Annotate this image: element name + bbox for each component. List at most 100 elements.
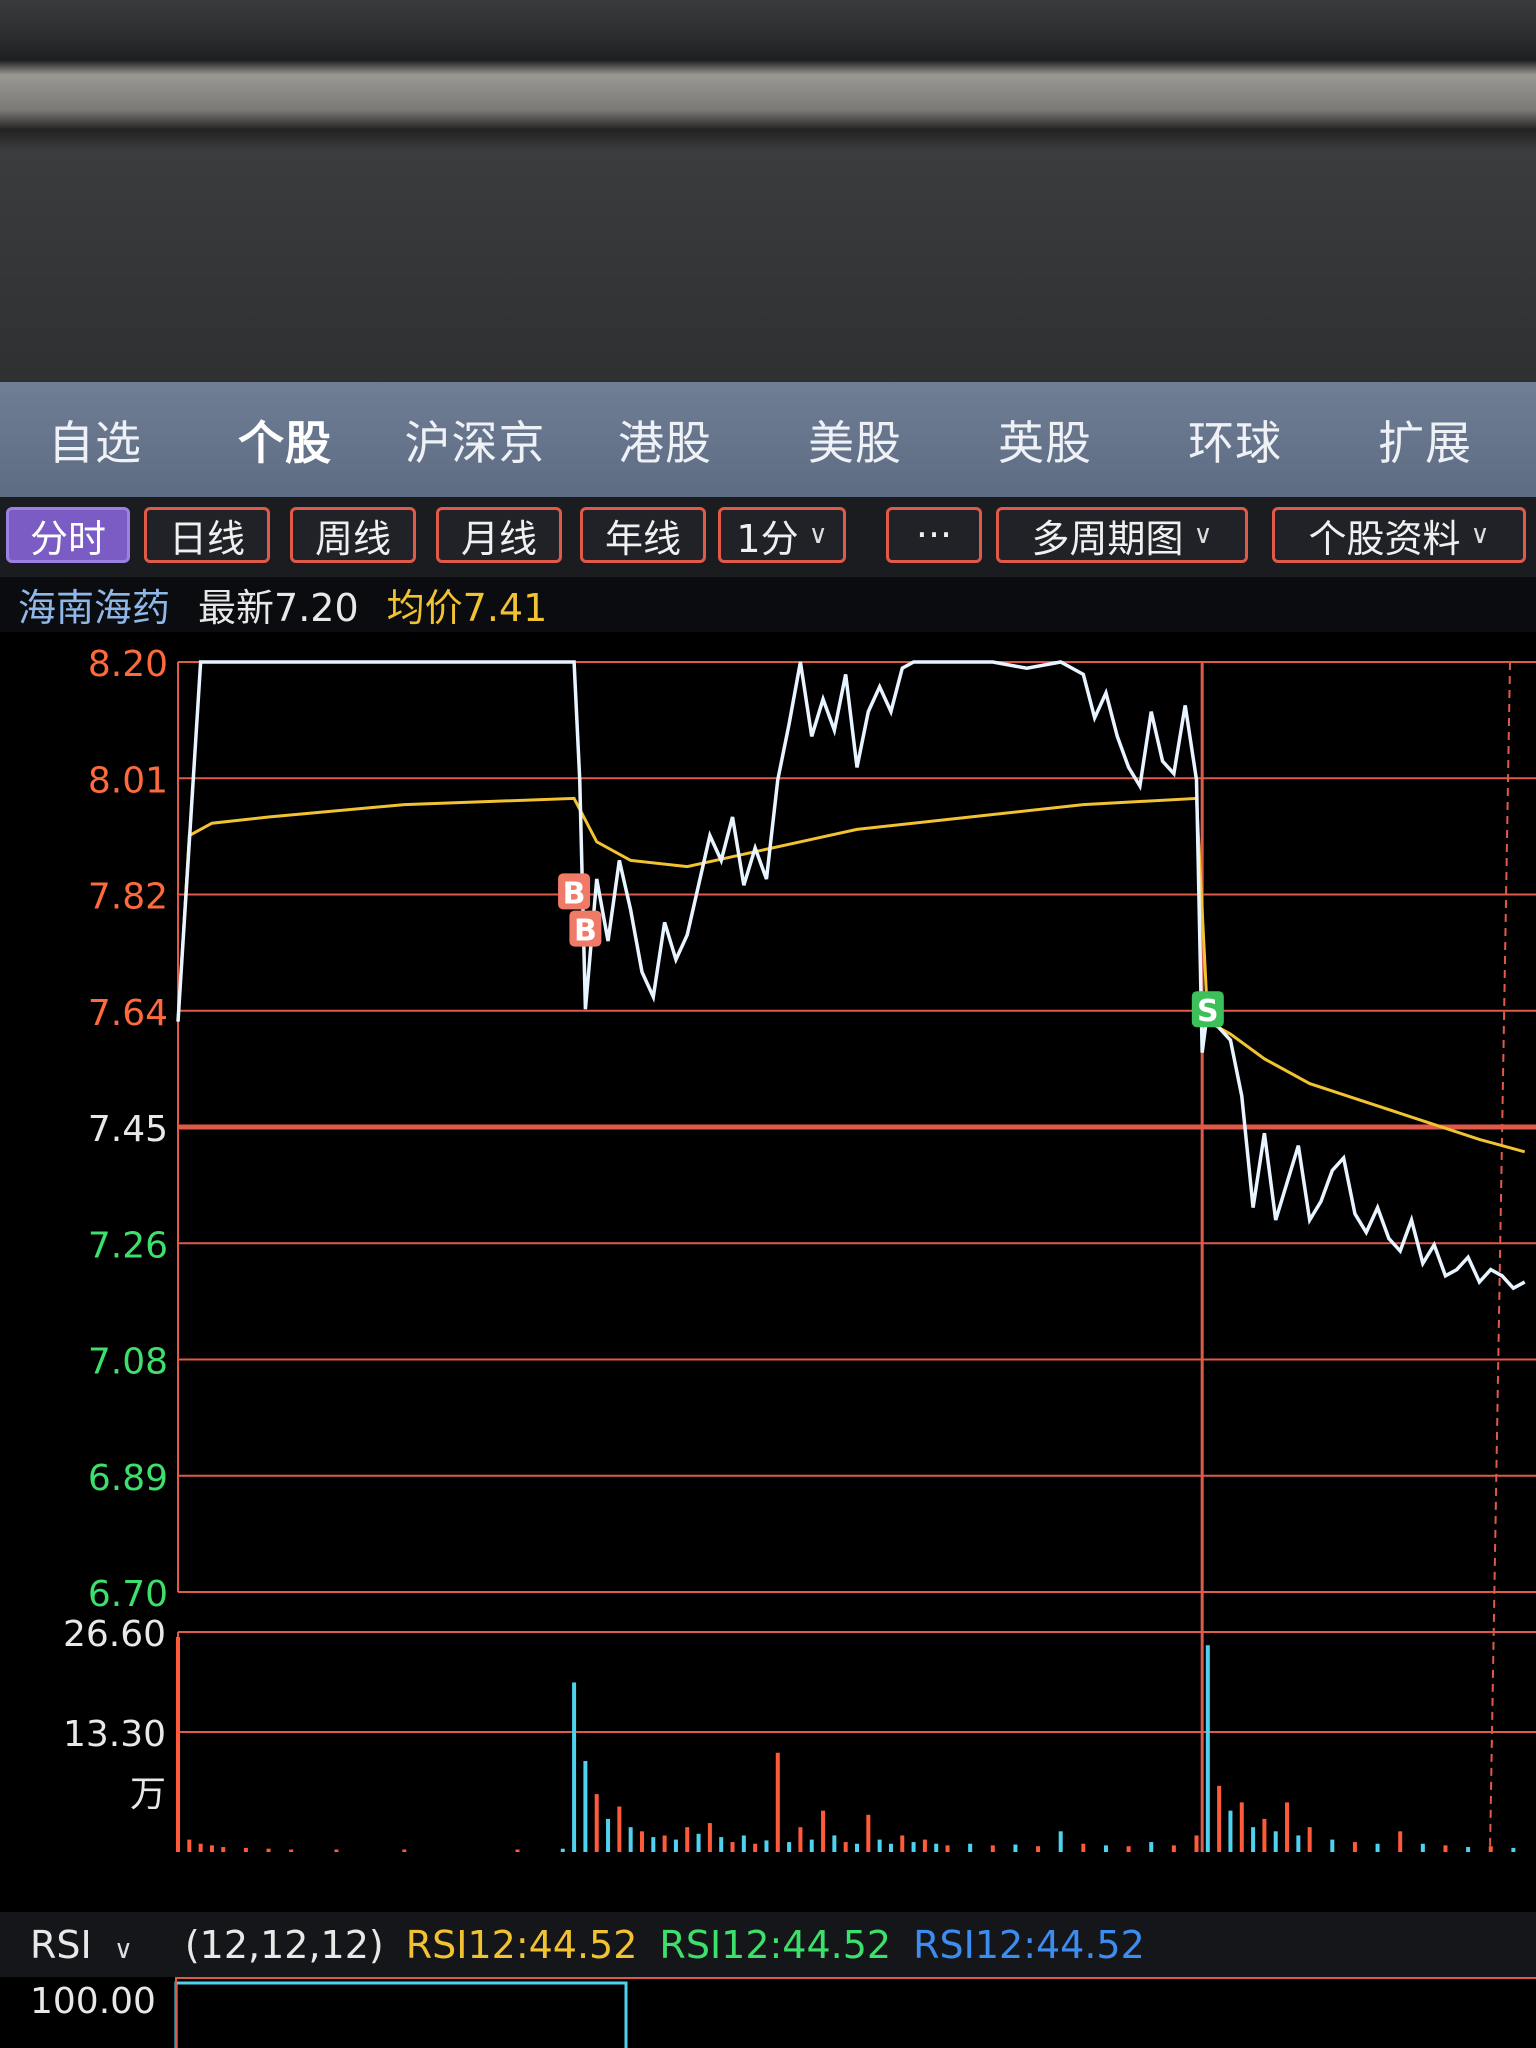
volume-bar [1103, 1845, 1108, 1852]
volume-bar [945, 1845, 950, 1852]
rsi-axis-top: 100.00 [30, 1981, 156, 2022]
volume-bar [1058, 1831, 1063, 1852]
volume-bar [209, 1845, 214, 1852]
volume-bar [877, 1839, 882, 1852]
volume-bar [685, 1827, 690, 1852]
toolbar-label: 分时 [29, 516, 106, 561]
volume-bar [1036, 1846, 1041, 1852]
device-bezel [0, 0, 1536, 385]
market-nav-bar: 自选 个股 沪深京 港股 美股 英股 环球 扩展 [0, 382, 1536, 507]
price-line [176, 660, 1526, 1291]
app-screen: 自选 个股 沪深京 港股 美股 英股 环球 扩展 分时 日线 周线 月线 年线 1分 ∨ ··· 多周期图 ∨ 个… [0, 382, 1536, 2048]
price-tick-label: 7.08 [88, 1342, 168, 1383]
multi-period-dropdown[interactable]: 多周期图 ∨ [996, 507, 1248, 563]
volume-bar [1273, 1831, 1278, 1852]
tab-intraday[interactable]: 分时 [6, 507, 130, 563]
more-button[interactable]: ··· [886, 507, 982, 563]
nav-tab-label: 个股 [238, 415, 332, 470]
nav-tab-label: 扩展 [1378, 415, 1472, 470]
tab-yearly[interactable]: 年线 [580, 507, 706, 563]
nav-tab-4[interactable]: 美股 [760, 407, 950, 473]
volume-bar [594, 1794, 599, 1852]
volume-bar [990, 1845, 995, 1852]
chevron-down-icon: ∨ [113, 1934, 133, 1965]
volume-bar [888, 1843, 893, 1852]
nav-tab-2[interactable]: 沪深京 [380, 407, 570, 473]
rsi-value-3: RSI12:44.52 [913, 1922, 1145, 1967]
nav-tab-label: 港股 [618, 415, 712, 470]
rsi-indicator-bar: RSI ∨ (12,12,12) RSI12:44.52 RSI12:44.52… [0, 1912, 1536, 1977]
volume-bar [821, 1810, 826, 1852]
volume-bar [922, 1839, 927, 1852]
volume-bar [798, 1827, 803, 1852]
nav-tab-3[interactable]: 港股 [570, 407, 760, 473]
nav-tab-1[interactable]: 个股 [190, 407, 380, 507]
volume-bar [617, 1806, 622, 1852]
price-tick-label: 8.01 [88, 760, 168, 801]
rsi-params[interactable]: (12,12,12) [185, 1923, 384, 1967]
interval-dropdown[interactable]: 1分 ∨ [718, 507, 846, 563]
stock-info-line: 海南海药 最新7.20 均价7.41 [0, 577, 1536, 632]
rsi-panel: 100.00 [30, 1977, 1536, 2048]
volume-bar [1194, 1835, 1199, 1852]
volume-bar [176, 1636, 180, 1852]
stock-profile-dropdown[interactable]: 个股资料 ∨ [1272, 507, 1526, 563]
trade-marker-label: B [563, 876, 586, 911]
volume-bar [1013, 1844, 1018, 1852]
price-tick-label: 6.89 [88, 1458, 168, 1499]
volume-bar [730, 1842, 735, 1852]
tab-monthly[interactable]: 月线 [436, 507, 562, 563]
nav-tab-5[interactable]: 英股 [950, 407, 1140, 473]
volume-bar [866, 1814, 871, 1852]
volume-bar [855, 1843, 859, 1852]
volume-bar [1251, 1827, 1256, 1852]
trade-marker-label: S [1197, 994, 1219, 1029]
tab-weekly[interactable]: 周线 [290, 507, 416, 563]
volume-bar [606, 1818, 611, 1852]
volume-bar [266, 1848, 271, 1852]
volume-bar [1307, 1827, 1312, 1852]
tab-daily[interactable]: 日线 [144, 507, 270, 563]
volume-bar [1330, 1839, 1335, 1852]
indicator-selector[interactable]: RSI ∨ [30, 1923, 133, 1967]
volume-bar [583, 1761, 588, 1852]
latest-price: 最新7.20 [198, 586, 359, 630]
nav-tab-0[interactable]: 自选 [0, 407, 190, 473]
volume-bar [221, 1847, 226, 1852]
stock-name[interactable]: 海南海药 [18, 577, 170, 632]
volume-bar [1296, 1835, 1301, 1852]
nav-tab-6[interactable]: 环球 [1140, 407, 1330, 473]
rsi-line [174, 1981, 628, 2048]
volume-tick-label: 26.60 [63, 1614, 166, 1655]
volume-bar [753, 1843, 758, 1852]
volume-bar [1352, 1842, 1357, 1852]
rsi-value-2: RSI12:44.52 [659, 1922, 892, 1967]
volume-bar [775, 1752, 780, 1852]
price-tick-label: 7.26 [88, 1225, 168, 1266]
volume-bar [968, 1843, 973, 1852]
volume-bar [187, 1839, 192, 1852]
volume-bar [651, 1837, 656, 1852]
volume-bar [1511, 1847, 1516, 1852]
chevron-down-icon: ∨ [808, 520, 828, 550]
dashed-divider [1489, 661, 1511, 1853]
price-tick-label: 7.45 [88, 1109, 168, 1150]
volume-bar [1081, 1843, 1086, 1852]
volume-bar [741, 1835, 746, 1852]
volume-tick-label: 万 [130, 1774, 166, 1815]
chevron-down-icon: ∨ [1470, 520, 1490, 550]
volume-bar [402, 1849, 407, 1852]
volume-bar [900, 1835, 905, 1852]
volume-bar [696, 1833, 701, 1852]
volume-bar [911, 1842, 916, 1852]
price-tick-label: 8.20 [88, 644, 168, 685]
nav-tab-label: 沪深京 [404, 415, 546, 470]
nav-tab-7[interactable]: 扩展 [1330, 407, 1520, 473]
intraday-chart[interactable]: 8.20 8.01 7.82 7.64 7.45 7.26 7.08 6.89 6.7026.6… [0, 632, 1536, 1912]
volume-bar [673, 1839, 678, 1852]
volume-bar [1466, 1847, 1471, 1852]
volume-bar [832, 1835, 837, 1852]
volume-bar [707, 1823, 712, 1852]
volume-bar [1398, 1831, 1403, 1852]
volume-bar [1239, 1802, 1244, 1852]
